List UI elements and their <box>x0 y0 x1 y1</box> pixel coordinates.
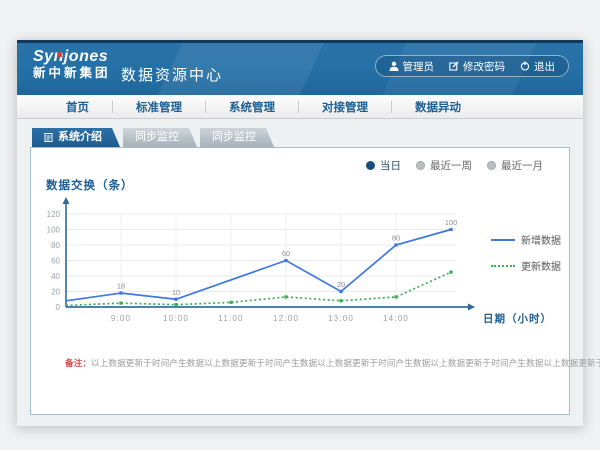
y-axis-title: 数据交换（条） <box>46 177 134 193</box>
change-password-button[interactable]: 修改密码 <box>449 59 505 74</box>
data-point <box>174 298 177 301</box>
data-point <box>394 243 397 246</box>
y-axis-arrow <box>63 197 70 204</box>
note-text: 以上数据更新于时间产生数据以上数据更新于时间产生数据以上数据更新于时间产生数据以… <box>91 358 600 368</box>
nav-item-standard-mgmt[interactable]: 标准管理 <box>113 99 205 115</box>
radio-dot <box>366 161 375 170</box>
edit-icon <box>449 61 459 71</box>
note-label: 备注： <box>65 358 91 368</box>
tab-bar: 系统介绍 同步监控 同步监控 <box>32 128 274 147</box>
user-menu[interactable]: 管理员 <box>389 59 435 74</box>
data-point <box>394 295 397 298</box>
y-tick-label: 80 <box>51 241 60 250</box>
data-point <box>119 302 122 305</box>
data-label: 60 <box>282 249 290 258</box>
radio-last-week[interactable]: 最近一周 <box>416 158 472 173</box>
radio-dot <box>416 161 425 170</box>
header: Synjones 新中新集团 数据资源中心 管理员 修改密码 <box>17 40 583 95</box>
nav-item-data-change[interactable]: 数据异动 <box>392 99 484 115</box>
legend-item-new-data: 新增数据 <box>491 232 561 247</box>
y-tick-label: 120 <box>47 210 61 219</box>
change-password-label: 修改密码 <box>463 59 505 74</box>
legend-label: 更新数据 <box>521 258 561 273</box>
x-axis-arrow <box>468 304 475 311</box>
x-tick-label: 10:00 <box>163 314 189 323</box>
legend-line-solid <box>491 239 515 241</box>
tab-label: 同步监控 <box>212 128 256 147</box>
radio-label: 当日 <box>380 158 401 173</box>
main-nav: 首页 标准管理 系统管理 对接管理 数据异动 <box>17 95 583 119</box>
x-tick-label: 13:00 <box>328 314 354 323</box>
y-tick-label: 60 <box>51 256 60 265</box>
radio-today[interactable]: 当日 <box>366 158 401 173</box>
data-point <box>339 299 342 302</box>
data-point <box>119 291 122 294</box>
data-point <box>174 303 177 306</box>
brand-name: Synjones <box>33 48 108 66</box>
data-label: 20 <box>337 280 345 289</box>
user-toolbar: 管理员 修改密码 退出 <box>375 55 570 77</box>
logout-label: 退出 <box>534 59 555 74</box>
tab-system-intro[interactable]: 系统介绍 <box>32 128 120 147</box>
legend-label: 新增数据 <box>521 232 561 247</box>
data-point <box>284 259 287 262</box>
data-label: 18 <box>117 282 125 291</box>
tab-sync-monitor-2[interactable]: 同步监控 <box>200 128 274 147</box>
tab-sync-monitor-1[interactable]: 同步监控 <box>123 128 197 147</box>
nav-item-home[interactable]: 首页 <box>43 99 112 115</box>
user-icon <box>389 61 399 71</box>
content-area: 系统介绍 同步监控 同步监控 当日 最近一周 <box>17 119 583 426</box>
y-tick-label: 100 <box>47 225 61 234</box>
nav-item-interface-mgmt[interactable]: 对接管理 <box>299 99 391 115</box>
app-window: Synjones 新中新集团 数据资源中心 管理员 修改密码 <box>17 40 583 426</box>
y-tick-label: 0 <box>56 303 61 312</box>
x-tick-label: 14:00 <box>383 314 409 323</box>
time-range-filter: 当日 最近一周 最近一月 <box>366 158 543 173</box>
y-tick-label: 40 <box>51 272 60 281</box>
legend-item-updated-data: 更新数据 <box>491 258 561 273</box>
chart-legend: 新增数据 更新数据 <box>491 232 561 273</box>
data-label: 100 <box>445 218 458 227</box>
power-icon <box>520 61 530 71</box>
radio-last-month[interactable]: 最近一月 <box>487 158 543 173</box>
logo: Synjones 新中新集团 <box>33 48 111 80</box>
data-point <box>339 290 342 293</box>
radio-label: 最近一月 <box>501 158 543 173</box>
footer-note: 备注：以上数据更新于时间产生数据以上数据更新于时间产生数据以上数据更新于时间产生… <box>65 357 600 369</box>
logo-red-swoosh <box>57 52 62 57</box>
data-point <box>449 228 452 231</box>
page-title: 数据资源中心 <box>121 64 223 85</box>
company-name: 新中新集团 <box>33 67 111 81</box>
radio-label: 最近一周 <box>430 158 472 173</box>
nav-item-system-mgmt[interactable]: 系统管理 <box>206 99 298 115</box>
x-tick-label: 11:00 <box>218 314 243 323</box>
data-label: 80 <box>392 234 400 243</box>
data-point <box>284 295 287 298</box>
data-point <box>449 271 452 274</box>
data-label: 10 <box>172 288 180 297</box>
data-point <box>229 301 232 304</box>
legend-line-dotted <box>491 265 515 267</box>
logout-button[interactable]: 退出 <box>520 59 555 74</box>
document-icon <box>44 133 53 142</box>
tab-label: 系统介绍 <box>58 128 102 147</box>
x-axis-title: 日期（小时） <box>483 312 552 325</box>
x-tick-label: 9:00 <box>111 314 131 323</box>
chart-panel: 当日 最近一周 最近一月 数据交换（条） 0 20 40 60 80 100 120 9:00… <box>30 147 570 415</box>
y-tick-label: 20 <box>51 287 60 296</box>
tab-label: 同步监控 <box>135 128 179 147</box>
x-tick-label: 12:00 <box>273 314 299 323</box>
radio-dot <box>487 161 496 170</box>
user-name: 管理员 <box>403 59 435 74</box>
